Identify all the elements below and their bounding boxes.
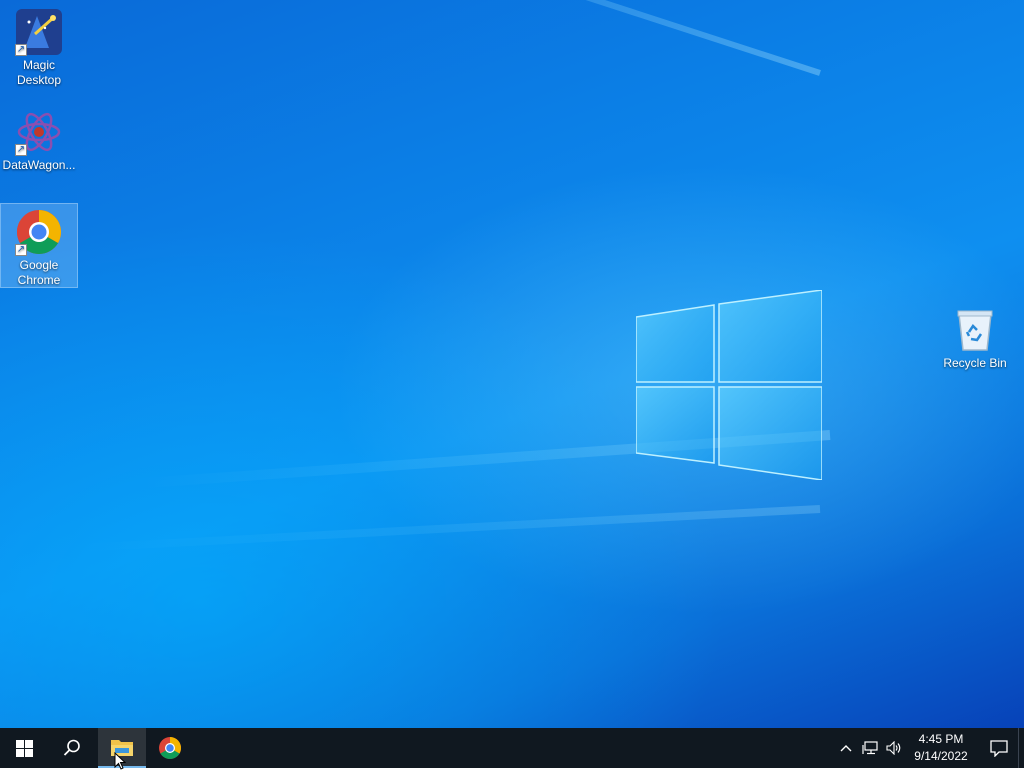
desktop-icon-magic-desktop[interactable]: ↗ Magic Desktop (1, 4, 77, 90)
desktop-wallpaper[interactable]: ↗ Magic Desktop ↗ DataWagon... ↗ Google … (0, 0, 1024, 728)
taskbar: 4:45 PM 9/14/2022 (0, 728, 1024, 768)
wallpaper-light-beam (80, 505, 821, 552)
volume-icon[interactable] (882, 728, 906, 768)
chrome-icon: ↗ (15, 208, 63, 256)
chrome-icon (159, 737, 181, 759)
desktop-icon-label: DataWagon... (2, 158, 76, 172)
clock-time: 4:45 PM (918, 732, 964, 746)
datawagon-atom-icon: ↗ (15, 108, 63, 156)
taskbar-clock[interactable]: 4:45 PM 9/14/2022 (910, 731, 972, 765)
wallpaper-light-beam (124, 0, 821, 76)
action-center-button[interactable] (980, 728, 1018, 768)
shortcut-arrow-icon: ↗ (15, 144, 27, 156)
start-button[interactable] (0, 728, 48, 768)
clock-date: 9/14/2022 (914, 749, 968, 763)
search-button[interactable] (48, 728, 96, 768)
desktop-icon-datawagon[interactable]: ↗ DataWagon... (1, 104, 77, 174)
desktop-icon-label: Google Chrome (17, 258, 61, 287)
wallpaper-windows-logo (636, 290, 822, 480)
network-icon[interactable] (858, 728, 882, 768)
search-icon (63, 739, 80, 756)
action-center-icon (990, 740, 1008, 757)
shortcut-arrow-icon: ↗ (15, 244, 27, 256)
desktop-icon-google-chrome[interactable]: ↗ Google Chrome (0, 203, 78, 288)
windows-logo-icon (15, 739, 33, 757)
chevron-up-icon[interactable] (834, 728, 858, 768)
recycle-bin-icon (951, 306, 999, 354)
mouse-cursor-icon (114, 752, 126, 770)
taskbar-google-chrome[interactable] (146, 728, 194, 768)
shortcut-arrow-icon: ↗ (15, 44, 27, 56)
system-tray: 4:45 PM 9/14/2022 (834, 728, 1024, 768)
desktop-icon-label: Recycle Bin (943, 356, 1007, 370)
desktop-icon-label: Magic Desktop (16, 58, 62, 87)
show-desktop-button[interactable] (1018, 728, 1024, 768)
desktop-icon-recycle-bin[interactable]: Recycle Bin (937, 302, 1013, 372)
magic-wand-icon: ↗ (15, 8, 63, 56)
